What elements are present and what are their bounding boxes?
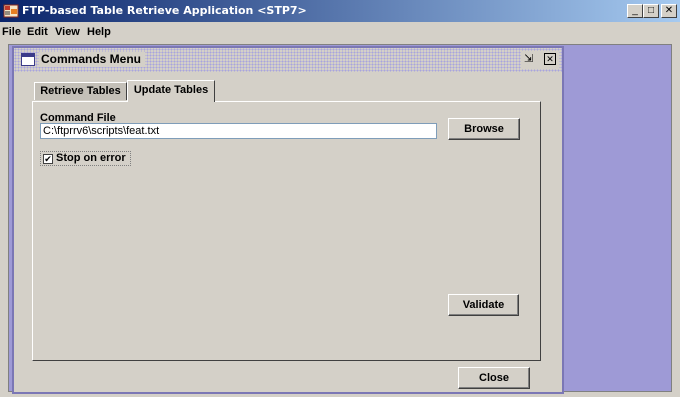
browse-button[interactable]: Browse [448,118,520,140]
minimize-button[interactable]: _ [627,4,643,18]
command-file-input[interactable] [40,123,437,139]
validate-button[interactable]: Validate [448,294,519,316]
menu-help[interactable]: Help [87,26,111,38]
close-button[interactable]: Close [458,367,530,389]
stop-on-error-label: Stop on error [56,152,126,164]
close-window-button[interactable]: ✕ [661,4,677,18]
menu-view[interactable]: View [55,26,80,38]
minimize-icon: _ [632,5,638,16]
menu-file[interactable]: File [2,26,21,38]
menu-edit[interactable]: Edit [27,26,48,38]
tab-panel [32,101,541,361]
close-icon: ✕ [664,5,674,16]
title-bar[interactable]: FTP-based Table Retrieve Application <ST… [0,0,680,22]
tab-update-tables[interactable]: Update Tables [127,80,215,102]
commands-menu-frame: Commands Menu ⇲ ✕ Retrieve Tables Update… [12,46,564,394]
maximize-button[interactable]: □ [643,4,659,18]
restore-icon[interactable]: ⇲ [524,52,533,65]
app-icon [3,4,19,18]
tab-retrieve-tables[interactable]: Retrieve Tables [34,82,127,100]
stop-on-error-checkbox[interactable]: ✔ Stop on error [40,151,131,166]
maximize-icon: □ [647,5,655,16]
frame-title-bar[interactable]: Commands Menu ⇲ ✕ [14,48,562,72]
frame-close-icon[interactable]: ✕ [544,53,556,65]
checkbox-check-icon: ✔ [43,154,53,164]
menu-bar: File Edit View Help [0,23,680,43]
window-title: FTP-based Table Retrieve Application <ST… [22,4,307,17]
frame-title: Commands Menu [39,52,146,67]
frame-window-icon [21,53,35,66]
